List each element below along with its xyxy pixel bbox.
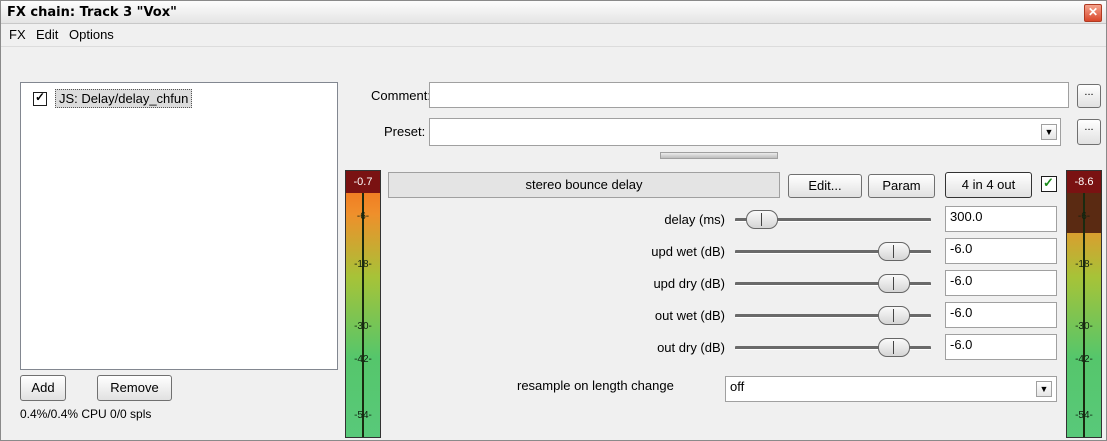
param-value-input[interactable]: -6.0 [945, 238, 1057, 264]
meter-tick: -18- [1075, 259, 1093, 270]
meter-tick: -6- [1077, 211, 1091, 222]
param-label: upd dry (dB) [653, 276, 725, 291]
param-slider[interactable] [735, 209, 931, 231]
plugin-enable-checkbox[interactable]: ✓ [1041, 175, 1057, 192]
meter-tick: -54- [354, 410, 372, 421]
checkmark-icon: ✓ [35, 90, 46, 104]
meter-tick: -6- [356, 211, 370, 222]
remove-fx-button[interactable]: Remove [97, 375, 172, 401]
param-slider[interactable] [735, 273, 931, 295]
preset-select[interactable] [429, 118, 1061, 146]
comment-input[interactable] [429, 82, 1069, 108]
meter-axis [362, 193, 364, 437]
param-value-input[interactable]: 300.0 [945, 206, 1057, 232]
cpu-status: 0.4%/0.4% CPU 0/0 spls [20, 407, 152, 421]
param-label: out dry (dB) [657, 340, 725, 355]
io-routing-button[interactable]: 4 in 4 out [945, 172, 1032, 198]
menu-options[interactable]: Options [69, 27, 114, 42]
preset-more-button[interactable]: ... [1077, 119, 1101, 145]
param-value-input[interactable]: -6.0 [945, 334, 1057, 360]
slider-thumb[interactable] [878, 274, 910, 293]
meter-tick: -42- [354, 354, 372, 365]
param-label: delay (ms) [664, 212, 725, 227]
plugin-name: stereo bounce delay [388, 172, 780, 198]
menu-edit[interactable]: Edit [36, 27, 58, 42]
param-button[interactable]: Param [868, 174, 935, 198]
close-icon[interactable]: ✕ [1084, 4, 1102, 22]
param-value-input[interactable]: -6.0 [945, 302, 1057, 328]
param-value-input[interactable]: -6.0 [945, 270, 1057, 296]
fx-enable-checkbox[interactable]: ✓ [33, 90, 47, 106]
param-label: upd wet (dB) [651, 244, 725, 259]
meter-tick: -54- [1075, 410, 1093, 421]
preset-label: Preset: [384, 124, 426, 139]
fx-item-name[interactable]: JS: Delay/delay_chfun [55, 89, 193, 108]
comment-more-button[interactable]: ... [1077, 84, 1101, 108]
slider-thumb[interactable] [878, 338, 910, 357]
resample-label: resample on length change [517, 378, 674, 393]
menu-fx[interactable]: FX [9, 27, 26, 42]
title-bar[interactable]: FX chain: Track 3 "Vox" ✕ [1, 1, 1106, 24]
add-fx-button[interactable]: Add [20, 375, 66, 401]
edit-plugin-button[interactable]: Edit... [788, 174, 862, 198]
output-level-meter: -8.6 -6- -18- -30- -42- -54- [1066, 170, 1102, 438]
chevron-down-icon[interactable]: ▼ [1041, 124, 1057, 140]
param-slider[interactable] [735, 241, 931, 263]
meter-tick: -18- [354, 259, 372, 270]
input-level-meter: -0.7 -6- -18- -30- -42- -54- [345, 170, 381, 438]
input-peak-readout: -0.7 [346, 171, 380, 193]
splitter-handle[interactable] [660, 152, 778, 159]
meter-axis [1083, 193, 1085, 437]
resample-select[interactable]: off [725, 376, 1057, 402]
window-title: FX chain: Track 3 "Vox" [7, 5, 177, 20]
checkmark-icon: ✓ [1043, 175, 1054, 190]
meter-tick: -30- [354, 321, 372, 332]
meter-tick: -30- [1075, 321, 1093, 332]
param-slider[interactable] [735, 305, 931, 327]
fx-list[interactable]: ✓ JS: Delay/delay_chfun [20, 82, 338, 370]
slider-thumb[interactable] [878, 306, 910, 325]
slider-thumb[interactable] [746, 210, 778, 229]
output-peak-readout: -8.6 [1067, 171, 1101, 193]
menu-bar: FX Edit Options [1, 24, 1106, 47]
slider-thumb[interactable] [878, 242, 910, 261]
param-slider[interactable] [735, 337, 931, 359]
comment-label: Comment: [371, 88, 431, 103]
param-label: out wet (dB) [654, 308, 725, 323]
chevron-down-icon[interactable]: ▼ [1036, 381, 1052, 397]
meter-tick: -42- [1075, 354, 1093, 365]
